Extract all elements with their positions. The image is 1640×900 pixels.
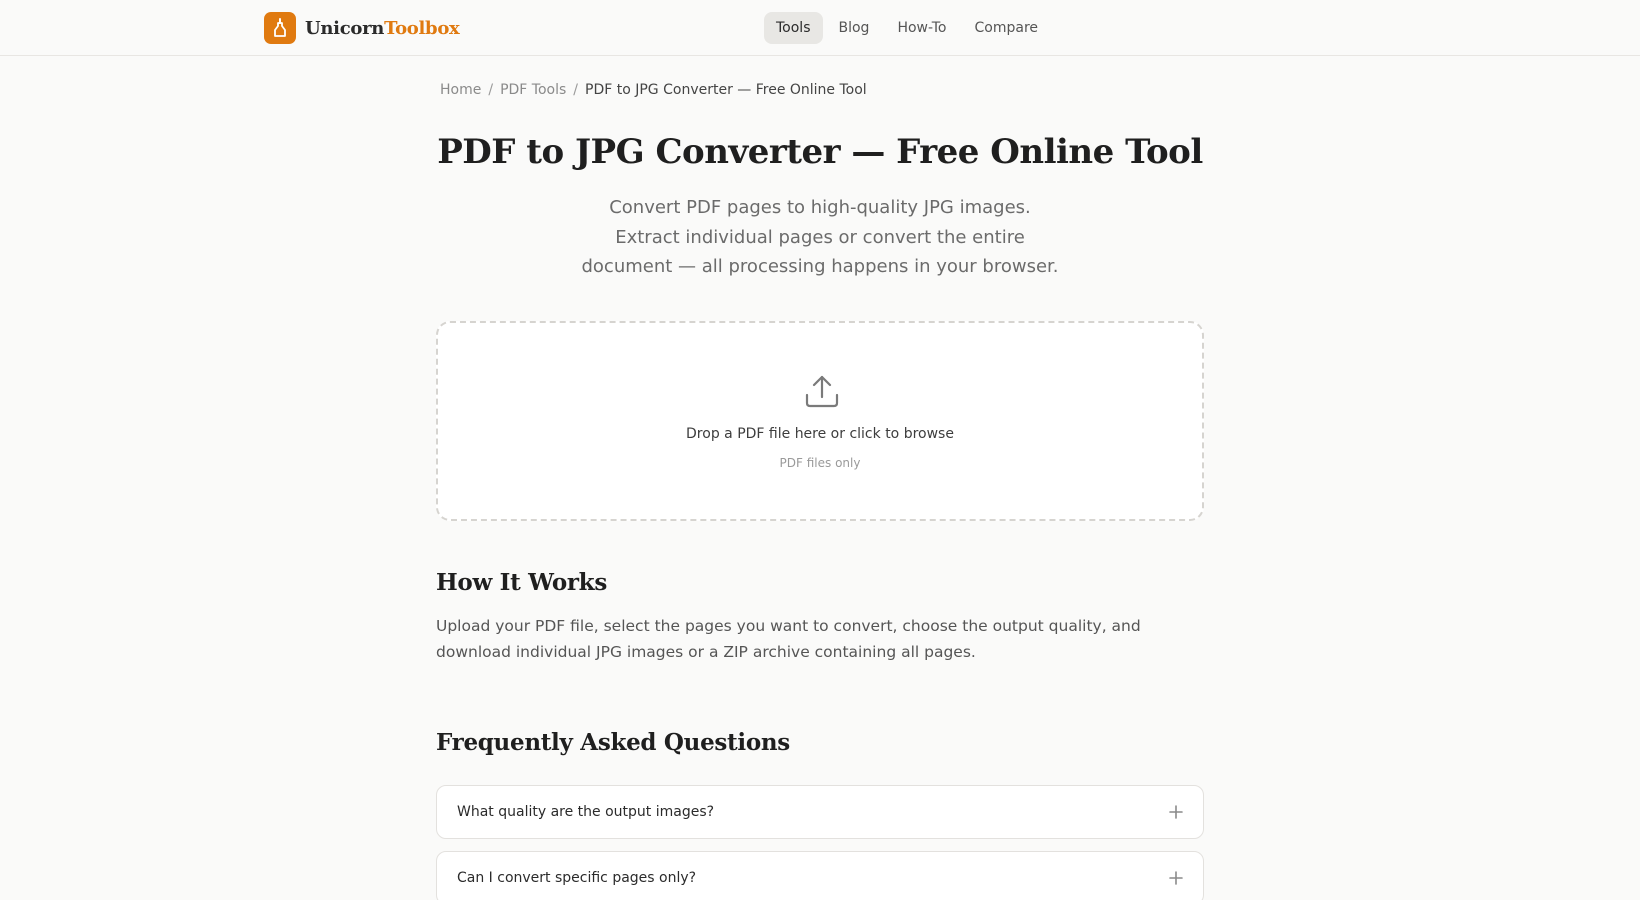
dropzone-hint: PDF files only <box>779 456 861 470</box>
plus-icon <box>1169 805 1183 819</box>
faq-item[interactable]: What quality are the output images? <box>436 785 1204 839</box>
breadcrumb-pdf-tools[interactable]: PDF Tools <box>500 82 566 98</box>
main-nav: Tools Blog How-To Compare <box>764 12 1050 44</box>
breadcrumb: Home / PDF Tools / PDF to JPG Converter … <box>440 82 867 98</box>
pdf-dropzone[interactable]: Drop a PDF file here or click to browse … <box>436 321 1204 521</box>
nav-tools[interactable]: Tools <box>764 12 823 44</box>
breadcrumb-separator: / <box>488 82 494 98</box>
page-title: PDF to JPG Converter — Free Online Tool <box>437 132 1203 172</box>
logo-link[interactable]: UnicornToolbox <box>264 12 460 44</box>
plus-icon <box>1169 871 1183 885</box>
faq-question: Can I convert specific pages only? <box>457 870 697 886</box>
breadcrumb-home[interactable]: Home <box>440 82 481 98</box>
logo-wordmark: UnicornToolbox <box>305 17 460 39</box>
how-it-works-heading: How It Works <box>436 569 607 596</box>
how-it-works-text: Upload your PDF file, select the pages y… <box>436 617 1141 661</box>
upload-icon <box>805 375 839 408</box>
nav-compare[interactable]: Compare <box>963 12 1051 44</box>
unicorn-bottle-icon <box>264 12 296 44</box>
faq-question: What quality are the output images? <box>457 804 715 820</box>
breadcrumb-current: PDF to JPG Converter — Free Online Tool <box>585 82 867 98</box>
site-header: UnicornToolbox Tools Blog How-To Compare <box>0 0 1640 56</box>
nav-how-to[interactable]: How-To <box>885 12 958 44</box>
nav-blog[interactable]: Blog <box>827 12 882 44</box>
faq-item[interactable]: Can I convert specific pages only? <box>436 851 1204 900</box>
breadcrumb-separator: / <box>573 82 578 98</box>
faq-heading: Frequently Asked Questions <box>436 729 790 756</box>
page-subtitle: Convert PDF pages to high-quality JPG im… <box>581 197 1059 277</box>
dropzone-label: Drop a PDF file here or click to browse <box>686 426 954 442</box>
